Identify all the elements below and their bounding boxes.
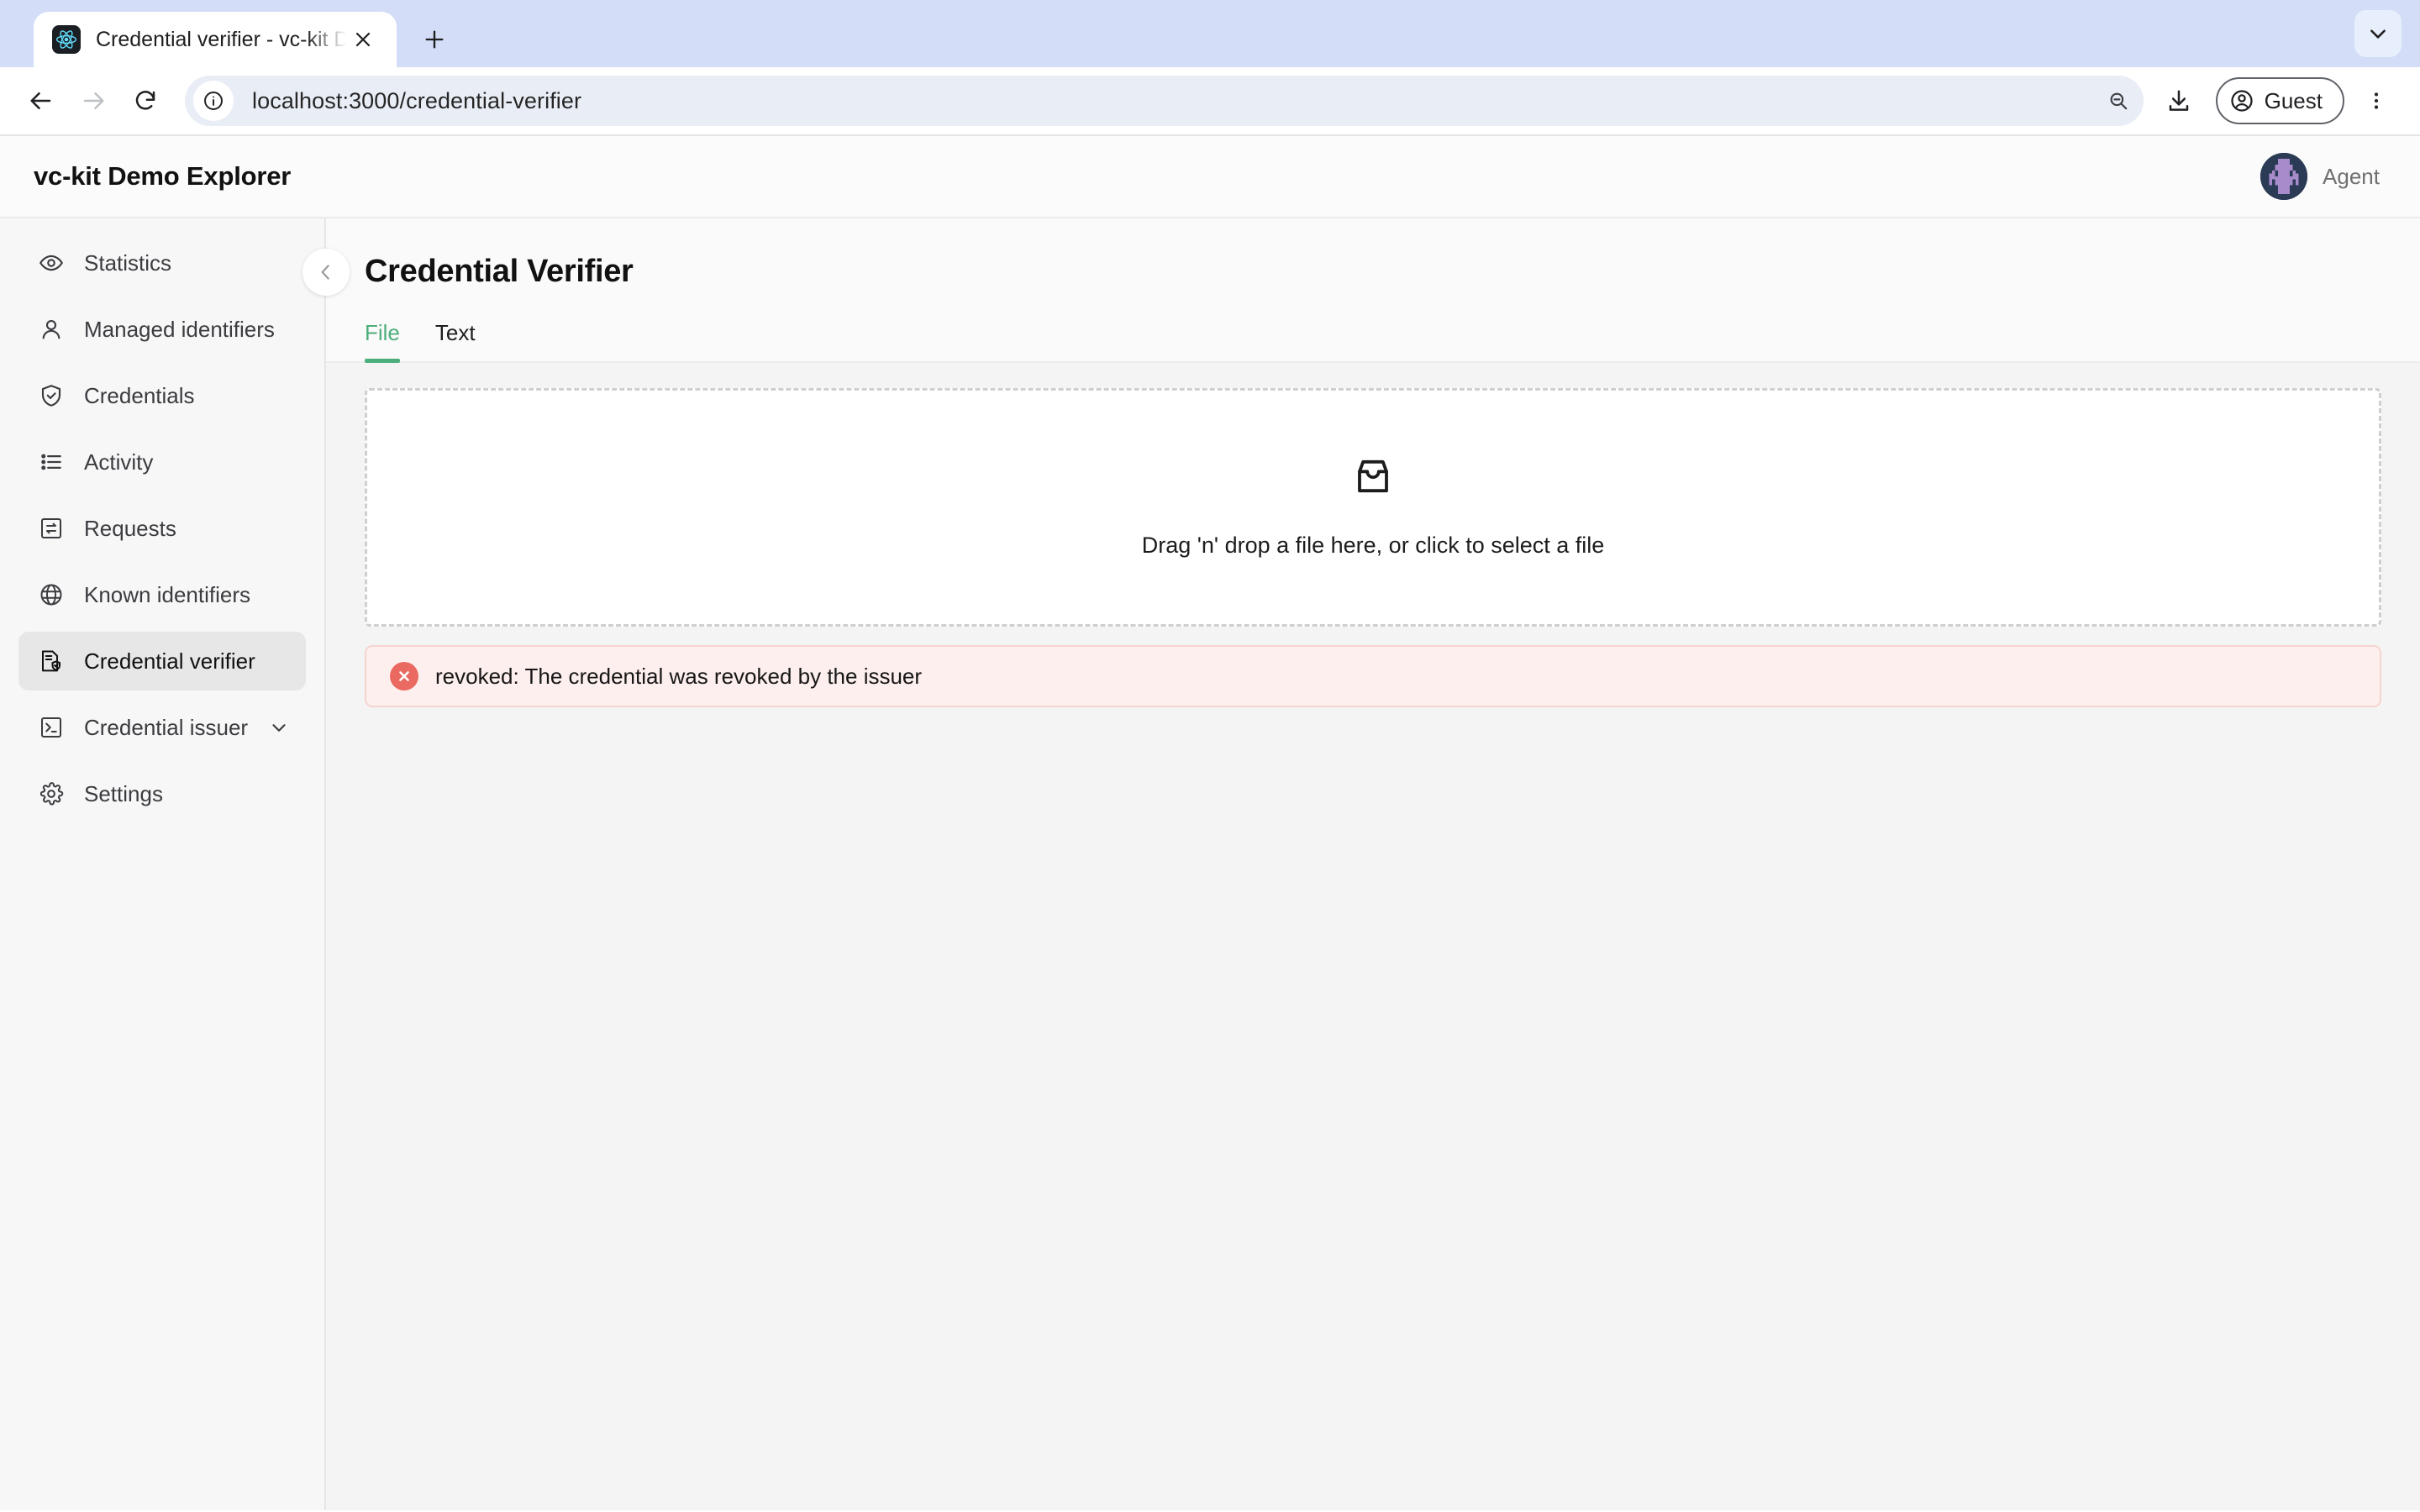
reload-button[interactable]: [119, 75, 171, 127]
profile-label: Guest: [2264, 87, 2323, 113]
chevron-down-icon[interactable]: [266, 715, 292, 740]
chevron-left-icon: [321, 265, 329, 280]
url-text[interactable]: localhost:3000/credential-verifier: [252, 88, 581, 114]
sidebar-item-managed-identifiers[interactable]: Managed identifiers: [18, 300, 306, 359]
list-icon: [37, 448, 66, 476]
content-tabs: File Text: [326, 320, 2420, 363]
document-shield-icon: [37, 647, 66, 675]
alert-message: revoked: The credential was revoked by t…: [435, 663, 923, 689]
page-header: Credential Verifier File Text: [326, 218, 2420, 363]
sidebar-item-credentials[interactable]: Credentials: [18, 366, 306, 425]
app-title: vc-kit Demo Explorer: [34, 161, 292, 191]
sidebar-item-label: Statistics: [84, 249, 172, 276]
user-name: Agent: [2323, 163, 2380, 189]
app-header: vc-kit Demo Explorer Agent: [0, 136, 2420, 218]
main-content-area: Credential Verifier File Text Drag 'n' d…: [326, 218, 2420, 1510]
application-window: vc-kit Demo Explorer Agent Statistics Ma…: [0, 136, 2420, 1510]
sidebar-item-label: Credential issuer: [84, 714, 249, 740]
sidebar-item-requests[interactable]: Requests: [18, 499, 306, 558]
close-icon[interactable]: [346, 23, 380, 56]
sidebar-item-statistics[interactable]: Statistics: [18, 234, 306, 292]
profile-button[interactable]: Guest: [2215, 77, 2344, 124]
download-icon[interactable]: [2155, 77, 2202, 124]
tabstrip-menu-button[interactable]: [2354, 10, 2402, 57]
agent-pixel-avatar: [2260, 153, 2308, 200]
sidebar-item-label: Requests: [84, 515, 176, 541]
react-atom-icon: [52, 25, 81, 54]
verifier-panel: Drag 'n' drop a file here, or click to s…: [326, 363, 2420, 1510]
forward-button[interactable]: [67, 75, 119, 127]
sidebar-item-label: Activity: [84, 449, 154, 475]
gear-icon: [37, 780, 66, 808]
account-icon: [2231, 90, 2253, 112]
sidebar-item-label: Managed identifiers: [84, 316, 275, 342]
sidebar-item-label: Credentials: [84, 382, 195, 408]
three-dot-menu-icon[interactable]: [2353, 77, 2400, 124]
zoom-out-icon[interactable]: [2098, 81, 2139, 121]
sidebar-collapse-button[interactable]: [302, 249, 350, 296]
terminal-icon: [37, 713, 66, 742]
address-bar[interactable]: localhost:3000/credential-verifier: [185, 76, 2144, 126]
file-dropzone[interactable]: Drag 'n' drop a file here, or click to s…: [365, 388, 2381, 627]
browser-tabstrip: Credential verifier - vc-kit De: [0, 0, 2420, 67]
back-button[interactable]: [15, 75, 67, 127]
new-tab-button[interactable]: [412, 17, 457, 62]
sidebar-item-label: Settings: [84, 780, 163, 806]
sync-box-icon: [37, 514, 66, 543]
browser-chrome: Credential verifier - vc-kit De localhos…: [0, 0, 2420, 136]
sidebar: Statistics Managed identifiers Credentia…: [0, 218, 326, 1510]
sidebar-item-activity[interactable]: Activity: [18, 433, 306, 491]
tab-text[interactable]: Text: [435, 320, 489, 361]
page-title: Credential Verifier: [365, 254, 634, 289]
tab-file[interactable]: File: [365, 320, 413, 363]
dropzone-label: Drag 'n' drop a file here, or click to s…: [1141, 533, 1605, 558]
sidebar-item-label: Credential verifier: [84, 648, 255, 674]
shield-check-icon: [37, 381, 66, 410]
user-icon: [37, 315, 66, 344]
sidebar-item-known-identifiers[interactable]: Known identifiers: [18, 565, 306, 624]
sidebar-item-credential-issuer[interactable]: Credential issuer: [18, 698, 306, 757]
sidebar-item-settings[interactable]: Settings: [18, 764, 306, 823]
eye-icon: [37, 249, 66, 277]
globe-icon: [37, 580, 66, 609]
info-circle-icon[interactable]: [193, 81, 234, 121]
status-alert: revoked: The credential was revoked by t…: [365, 645, 2381, 707]
sidebar-item-credential-verifier[interactable]: Credential verifier: [18, 632, 306, 690]
error-x-icon: [390, 662, 418, 690]
browser-tab[interactable]: Credential verifier - vc-kit De: [34, 12, 397, 67]
app-body: Statistics Managed identifiers Credentia…: [0, 218, 2420, 1510]
header-user[interactable]: Agent: [2260, 153, 2380, 200]
inbox-tray-icon: [1353, 456, 1393, 501]
sidebar-item-label: Known identifiers: [84, 581, 250, 607]
browser-tab-title: Credential verifier - vc-kit De: [96, 27, 346, 51]
browser-toolbar: localhost:3000/credential-verifier Guest: [0, 67, 2420, 136]
